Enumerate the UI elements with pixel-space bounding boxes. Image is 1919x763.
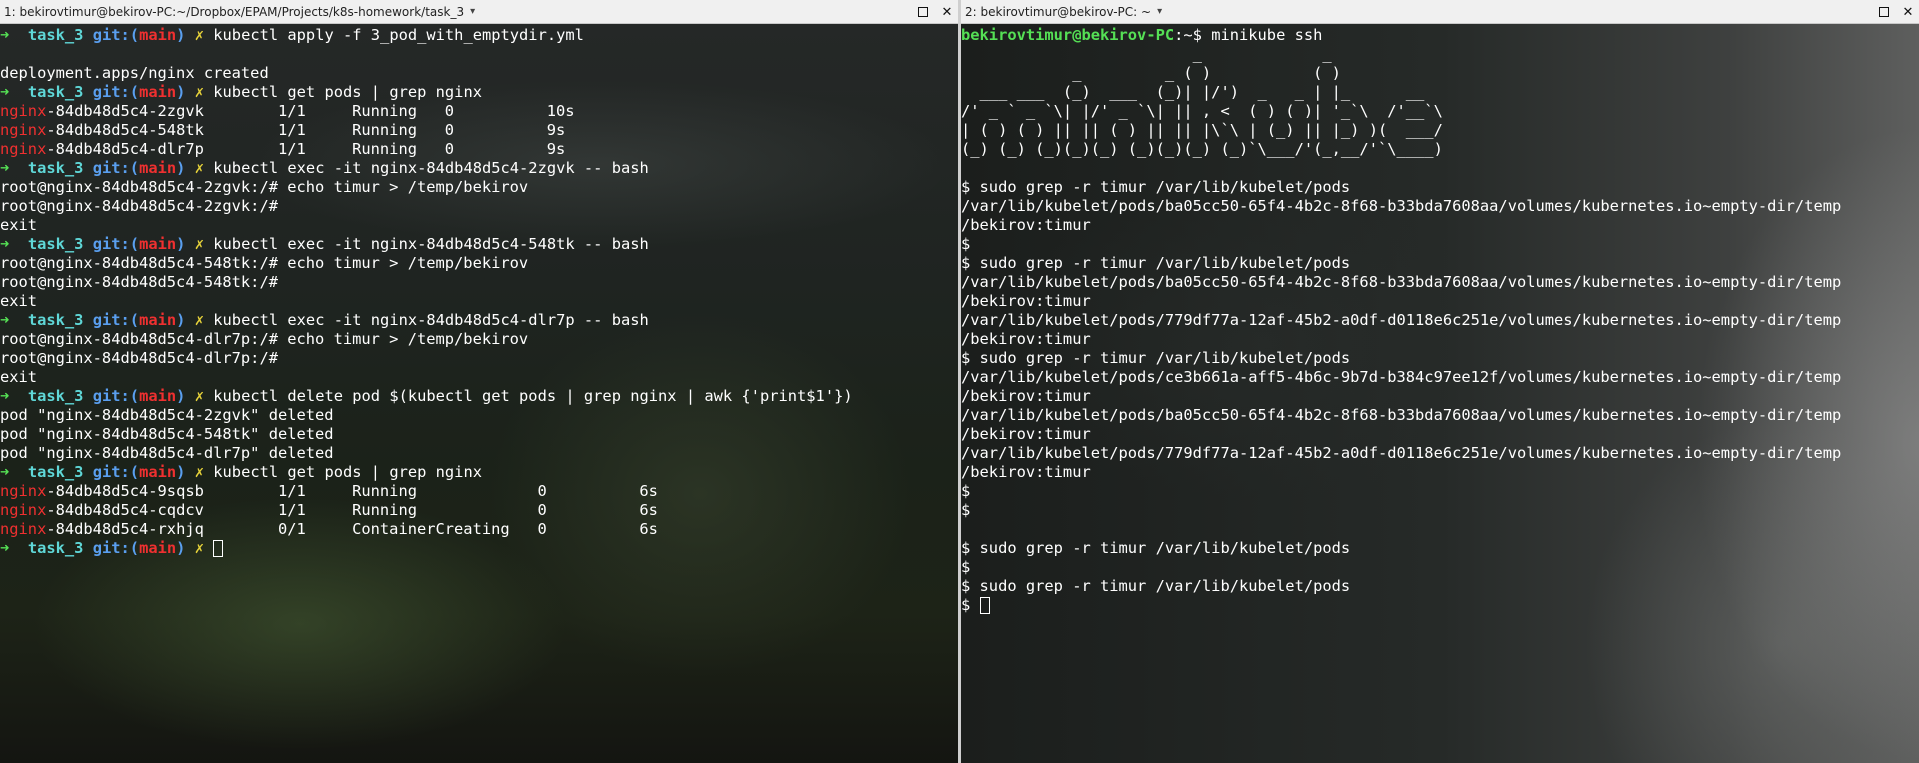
- chevron-down-icon[interactable]: ▾: [1157, 6, 1162, 17]
- output-line: exit: [0, 292, 38, 310]
- command-text: kubectl exec -it nginx-84db48d5c4-548tk …: [213, 235, 649, 253]
- banner-line: ___ ___ (_) ___ (_)| |/') _ _ | |_ __: [961, 83, 1425, 101]
- output-line: root@nginx-84db48d5c4-dlr7p:/# echo timu…: [0, 330, 529, 348]
- output-line: pod "nginx-84db48d5c4-2zgvk" deleted: [0, 406, 334, 424]
- shell-prompt: $: [961, 235, 971, 253]
- prompt-line: ➜ task_3 git:(main) ✗ kubectl exec -it n…: [0, 311, 649, 329]
- maximize-icon[interactable]: [1877, 5, 1891, 19]
- output-line: /bekirov:timur: [961, 330, 1091, 348]
- output-line: exit: [0, 368, 38, 386]
- banner-line: _ _ ( ) ( ): [961, 64, 1341, 82]
- output-line: /var/lib/kubelet/pods/779df77a-12af-45b2…: [961, 311, 1842, 329]
- command-text: kubectl get pods | grep nginx: [213, 463, 482, 481]
- output-line: /bekirov:timur: [961, 387, 1091, 405]
- shell-prompt: $: [961, 558, 971, 576]
- pod-row: nginx-84db48d5c4-cqdcv 1/1 Running 0 6s: [0, 501, 658, 519]
- prompt-line: ➜ task_3 git:(main) ✗ kubectl get pods |…: [0, 463, 482, 481]
- terminal-cursor: [979, 597, 990, 614]
- banner-line: _ _: [961, 45, 1332, 63]
- output-line: /var/lib/kubelet/pods/ba05cc50-65f4-4b2c…: [961, 406, 1842, 424]
- output-line: root@nginx-84db48d5c4-548tk:/# echo timu…: [0, 254, 529, 272]
- command-line: $ sudo grep -r timur /var/lib/kubelet/po…: [961, 539, 1351, 557]
- output-line: root@nginx-84db48d5c4-2zgvk:/# echo timu…: [0, 178, 529, 196]
- output-line: root@nginx-84db48d5c4-548tk:/#: [0, 273, 278, 291]
- prompt-line: ➜ task_3 git:(main) ✗ kubectl apply -f 3…: [0, 26, 584, 44]
- output-line: pod "nginx-84db48d5c4-dlr7p" deleted: [0, 444, 334, 462]
- output-line: /bekirov:timur: [961, 463, 1091, 481]
- output-line: /bekirov:timur: [961, 425, 1091, 443]
- banner-line: (_) (_) (_)(_)(_) (_)(_)(_) (_)`\___/'(_…: [961, 140, 1443, 158]
- output-line: root@nginx-84db48d5c4-dlr7p:/#: [0, 349, 278, 367]
- command-line: $ sudo grep -r timur /var/lib/kubelet/po…: [961, 178, 1351, 196]
- output-line: /var/lib/kubelet/pods/ba05cc50-65f4-4b2c…: [961, 197, 1842, 215]
- output-line: /var/lib/kubelet/pods/779df77a-12af-45b2…: [961, 444, 1842, 462]
- pod-row: nginx-84db48d5c4-2zgvk 1/1 Running 0 10s: [0, 102, 575, 120]
- command-text: kubectl exec -it nginx-84db48d5c4-2zgvk …: [213, 159, 649, 177]
- maximize-icon[interactable]: [916, 5, 930, 19]
- active-prompt-line[interactable]: ➜ task_3 git:(main) ✗: [0, 539, 958, 558]
- banner-line: | ( ) ( ) || || ( ) || || |\`\ | (_) || …: [961, 121, 1443, 139]
- prompt-line: ➜ task_3 git:(main) ✗ kubectl exec -it n…: [0, 235, 649, 253]
- output-line: pod "nginx-84db48d5c4-548tk" deleted: [0, 425, 334, 443]
- shell-prompt: $: [961, 501, 971, 519]
- command-line: $ sudo grep -r timur /var/lib/kubelet/po…: [961, 254, 1351, 272]
- right-pane-titlebar: 2: bekirovtimur@bekirov-PC: ~ ▾ ✕: [961, 0, 1919, 24]
- command-line: $ sudo grep -r timur /var/lib/kubelet/po…: [961, 349, 1351, 367]
- output-line: exit: [0, 216, 38, 234]
- command-text: minikube ssh: [1211, 26, 1323, 44]
- banner-line: /' _ ` _ `\| |/' _ `\| || , < ( ) ( )| '…: [961, 102, 1443, 120]
- command-text: kubectl exec -it nginx-84db48d5c4-dlr7p …: [213, 311, 649, 329]
- close-icon[interactable]: ✕: [1901, 5, 1915, 20]
- prompt-line: ➜ task_3 git:(main) ✗ kubectl get pods |…: [0, 83, 482, 101]
- pod-row: nginx-84db48d5c4-rxhjq 0/1 ContainerCrea…: [0, 520, 658, 538]
- output-line: /bekirov:timur: [961, 292, 1091, 310]
- active-prompt-line[interactable]: $: [961, 596, 1919, 615]
- right-terminal-pane[interactable]: 2: bekirovtimur@bekirov-PC: ~ ▾ ✕ bekiro…: [961, 0, 1919, 763]
- prompt-line: ➜ task_3 git:(main) ✗ kubectl exec -it n…: [0, 159, 649, 177]
- left-terminal-output[interactable]: ➜ task_3 git:(main) ✗ kubectl apply -f 3…: [0, 24, 958, 763]
- right-pane-title: 2: bekirovtimur@bekirov-PC: ~: [965, 4, 1152, 19]
- terminal-cursor: [213, 540, 224, 557]
- prompt-line: ➜ task_3 git:(main) ✗ kubectl delete pod…: [0, 387, 853, 405]
- right-terminal-output[interactable]: bekirovtimur@bekirov-PC:~$ minikube ssh …: [961, 24, 1919, 763]
- left-pane-title: 1: bekirovtimur@bekirov-PC:~/Dropbox/EPA…: [4, 4, 465, 19]
- close-icon[interactable]: ✕: [940, 5, 954, 20]
- output-line: root@nginx-84db48d5c4-2zgvk:/#: [0, 197, 278, 215]
- left-pane-titlebar: 1: bekirovtimur@bekirov-PC:~/Dropbox/EPA…: [0, 0, 958, 24]
- pod-row: nginx-84db48d5c4-9sqsb 1/1 Running 0 6s: [0, 482, 658, 500]
- chevron-down-icon[interactable]: ▾: [470, 6, 475, 17]
- pod-row: nginx-84db48d5c4-548tk 1/1 Running 0 9s: [0, 121, 566, 139]
- command-line: $ sudo grep -r timur /var/lib/kubelet/po…: [961, 577, 1351, 595]
- output-line: /var/lib/kubelet/pods/ba05cc50-65f4-4b2c…: [961, 273, 1842, 291]
- output-line: /bekirov:timur: [961, 216, 1091, 234]
- command-text: kubectl apply -f 3_pod_with_emptydir.yml: [213, 26, 584, 44]
- prompt-line: bekirovtimur@bekirov-PC:~$ minikube ssh: [961, 26, 1323, 44]
- left-terminal-pane[interactable]: 1: bekirovtimur@bekirov-PC:~/Dropbox/EPA…: [0, 0, 958, 763]
- shell-prompt: $: [961, 482, 971, 500]
- output-line: deployment.apps/nginx created: [0, 64, 269, 82]
- output-line: /var/lib/kubelet/pods/ce3b661a-aff5-4b6c…: [961, 368, 1842, 386]
- command-text: kubectl delete pod $(kubectl get pods | …: [213, 387, 853, 405]
- pod-row: nginx-84db48d5c4-dlr7p 1/1 Running 0 9s: [0, 140, 566, 158]
- command-text: kubectl get pods | grep nginx: [213, 83, 482, 101]
